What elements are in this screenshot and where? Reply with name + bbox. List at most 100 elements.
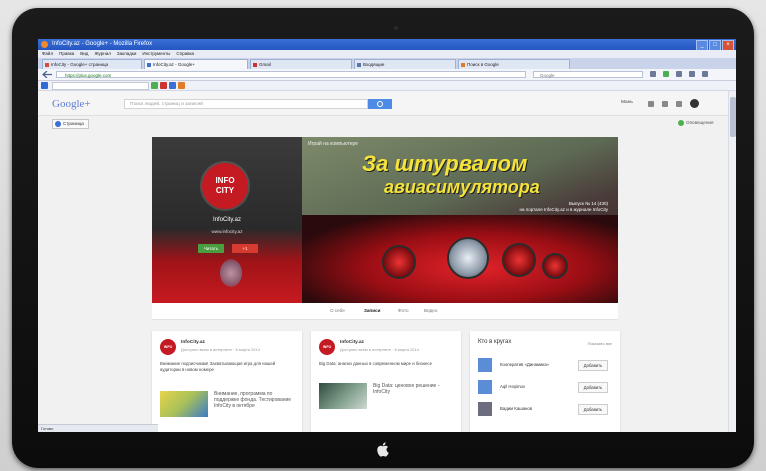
person-avatar[interactable] — [478, 358, 492, 372]
bookmark-icon[interactable] — [41, 82, 48, 89]
header-icons — [648, 99, 699, 108]
person-name[interactable]: Кооператив «Динамика» — [500, 362, 549, 367]
circles-title: Кто в кругах — [478, 339, 512, 345]
post-meta: Доступно всем в интернете · 8 марта 2014 — [340, 347, 419, 352]
post-author[interactable]: InfoCity.az — [181, 340, 205, 345]
tab-favicon-icon — [461, 63, 465, 67]
browser-tab[interactable]: InfoCity - Google+ страница — [42, 59, 142, 69]
add-button[interactable]: Добавить — [578, 360, 608, 371]
profile-site[interactable]: www.infocity.az — [152, 229, 302, 234]
tab-favicon-icon — [147, 63, 151, 67]
show-all-link[interactable]: Показать все — [588, 341, 612, 346]
menu-file[interactable]: Файл — [42, 50, 53, 58]
tab-posts[interactable]: Записи — [364, 308, 380, 313]
download-icon[interactable] — [676, 71, 682, 77]
back-arrow-icon[interactable] — [42, 71, 52, 78]
notifications-bell-icon[interactable] — [662, 100, 668, 107]
search-button[interactable] — [368, 99, 392, 109]
person-name[interactable]: Aqil Həşimov — [500, 384, 525, 389]
post-card: INFO InfoCity.az Доступно всем в интерне… — [152, 331, 302, 432]
cover-banner: Играй на компьютере За штурвалом авиасим… — [302, 137, 618, 303]
page-selector-dropdown[interactable]: Страница — [52, 119, 89, 129]
firefox-icon — [41, 41, 48, 48]
menu-edit[interactable]: Правка — [59, 50, 74, 58]
home-icon[interactable] — [689, 71, 695, 77]
bookmark-star-icon[interactable] — [650, 71, 656, 77]
status-bar: Готово — [38, 424, 158, 432]
person-name[interactable]: Вадим Кашанов — [500, 406, 532, 411]
menu-history[interactable]: Журнал — [94, 50, 110, 58]
bookmark-search-field[interactable] — [52, 82, 149, 90]
menu-help[interactable]: Справка — [176, 50, 194, 58]
browser-tab[interactable]: Входящие — [354, 59, 456, 69]
post-avatar[interactable]: INFO — [160, 339, 176, 355]
person-avatar[interactable] — [478, 402, 492, 416]
post-text: Big Data: анализ данных в современном ми… — [319, 361, 432, 366]
profile-name: InfoCity.az — [213, 217, 241, 223]
navigation-bar: https://plus.google.com Google — [38, 69, 736, 81]
follow-button[interactable]: Читать — [198, 244, 224, 253]
person-avatar[interactable] — [478, 380, 492, 394]
menu-icon[interactable] — [702, 71, 708, 77]
bookmark-icon[interactable] — [169, 82, 176, 89]
share-plus-icon[interactable] — [676, 100, 682, 107]
person-row: Вадим Кашанов Добавить — [478, 402, 620, 418]
window-title: InfoCity.az - Google+ - Mozilla Firefox — [52, 41, 153, 47]
page-scrollbar[interactable] — [728, 91, 736, 432]
cover-kicker: Играй на компьютере — [308, 141, 359, 147]
post-thumbnail[interactable] — [160, 391, 208, 417]
logo-line2: CITY — [215, 186, 235, 195]
plus-one-button[interactable]: +1 — [232, 244, 258, 253]
browser-search-input[interactable]: Google — [533, 71, 643, 78]
tab-label: Входящие — [363, 62, 385, 67]
tab-about[interactable]: О себе — [330, 308, 345, 313]
browser-tab[interactable]: Поиск в Google — [458, 59, 570, 69]
tab-photos[interactable]: Фото — [398, 308, 409, 313]
post-meta: Доступно всем в интернете · 8 марта 2014 — [181, 347, 260, 352]
bookmark-icon[interactable] — [178, 82, 185, 89]
toolbar-icons — [650, 71, 708, 77]
tab-favicon-icon — [357, 63, 361, 67]
add-button[interactable]: Добавить — [578, 382, 608, 393]
tab-label: Поиск в Google — [467, 62, 499, 67]
menu-bar: Файл Правка Вид Журнал Закладки Инструме… — [38, 50, 736, 58]
user-name[interactable]: Мань — [621, 100, 633, 105]
tab-label: InfoCity.az - Google+ — [153, 62, 196, 67]
tab-favicon-icon — [45, 63, 49, 67]
gplus-search-input[interactable]: Поиск людей, страниц и записей — [124, 99, 368, 109]
post-author[interactable]: InfoCity.az — [340, 340, 364, 345]
person-row: Кооператив «Динамика» Добавить — [478, 358, 620, 374]
add-button[interactable]: Добавить — [578, 404, 608, 415]
blurred-reflection — [220, 259, 242, 287]
tab-bar: InfoCity - Google+ страница InfoCity.az … — [38, 58, 736, 69]
address-bar[interactable]: https://plus.google.com — [56, 71, 526, 78]
circles-card: Кто в кругах Показать все Кооператив «Ди… — [470, 331, 620, 432]
menu-tools[interactable]: Инструменты — [142, 50, 170, 58]
avatar[interactable] — [690, 99, 699, 108]
gauge-icon — [502, 243, 536, 277]
cover-issue-info: Выпуск № 14 (430) на портале InfoCity.az… — [458, 201, 608, 212]
post-thumbnail[interactable] — [319, 383, 367, 409]
tab-videos[interactable]: Видео — [424, 308, 437, 313]
gplus-header: Google+ Поиск людей, страниц и записей М… — [38, 91, 736, 116]
gauge-icon — [447, 237, 489, 279]
addon-icon[interactable] — [663, 71, 669, 77]
bookmark-icon[interactable] — [160, 82, 167, 89]
browser-tab-active[interactable]: InfoCity.az - Google+ — [144, 59, 248, 69]
post-link[interactable]: Внимание, программа по поддержке фонда. … — [214, 391, 294, 410]
apps-grid-icon[interactable] — [648, 100, 654, 107]
gauge-icon — [382, 245, 416, 279]
logo-line1: INFO — [215, 176, 235, 185]
gplus-logo[interactable]: Google+ — [52, 98, 91, 110]
menu-bookmarks[interactable]: Закладки — [117, 50, 136, 58]
tab-label: Gmail — [259, 62, 271, 67]
browser-tab[interactable]: Gmail — [250, 59, 352, 69]
menu-view[interactable]: Вид — [80, 50, 88, 58]
post-avatar[interactable]: INFO — [319, 339, 335, 355]
notifications-link[interactable]: Оповещения — [678, 120, 713, 126]
post-link[interactable]: Big Data: ценовое решение - InfoCity — [373, 383, 453, 395]
scrollbar-thumb[interactable] — [730, 97, 736, 137]
monitor-backdrop: InfoCity.az - Google+ - Mozilla Firefox … — [0, 0, 766, 471]
bookmark-icon[interactable] — [151, 82, 158, 89]
post-card: INFO InfoCity.az Доступно всем в интерне… — [311, 331, 461, 432]
